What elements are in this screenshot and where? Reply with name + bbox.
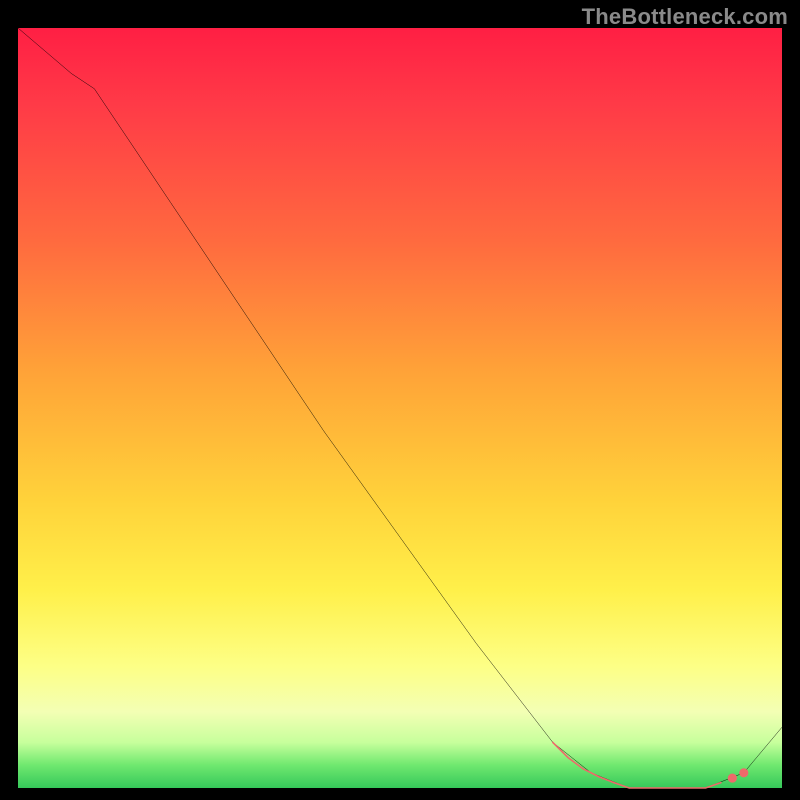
plot-area [18, 28, 782, 788]
watermark-text: TheBottleneck.com [582, 4, 788, 30]
highlight-dot-2 [739, 768, 748, 777]
chart-frame: TheBottleneck.com [0, 0, 800, 800]
highlight-dot-1 [728, 774, 737, 783]
curve-line [18, 28, 782, 788]
curve-highlight [553, 742, 721, 788]
bottleneck-curve [18, 28, 782, 788]
